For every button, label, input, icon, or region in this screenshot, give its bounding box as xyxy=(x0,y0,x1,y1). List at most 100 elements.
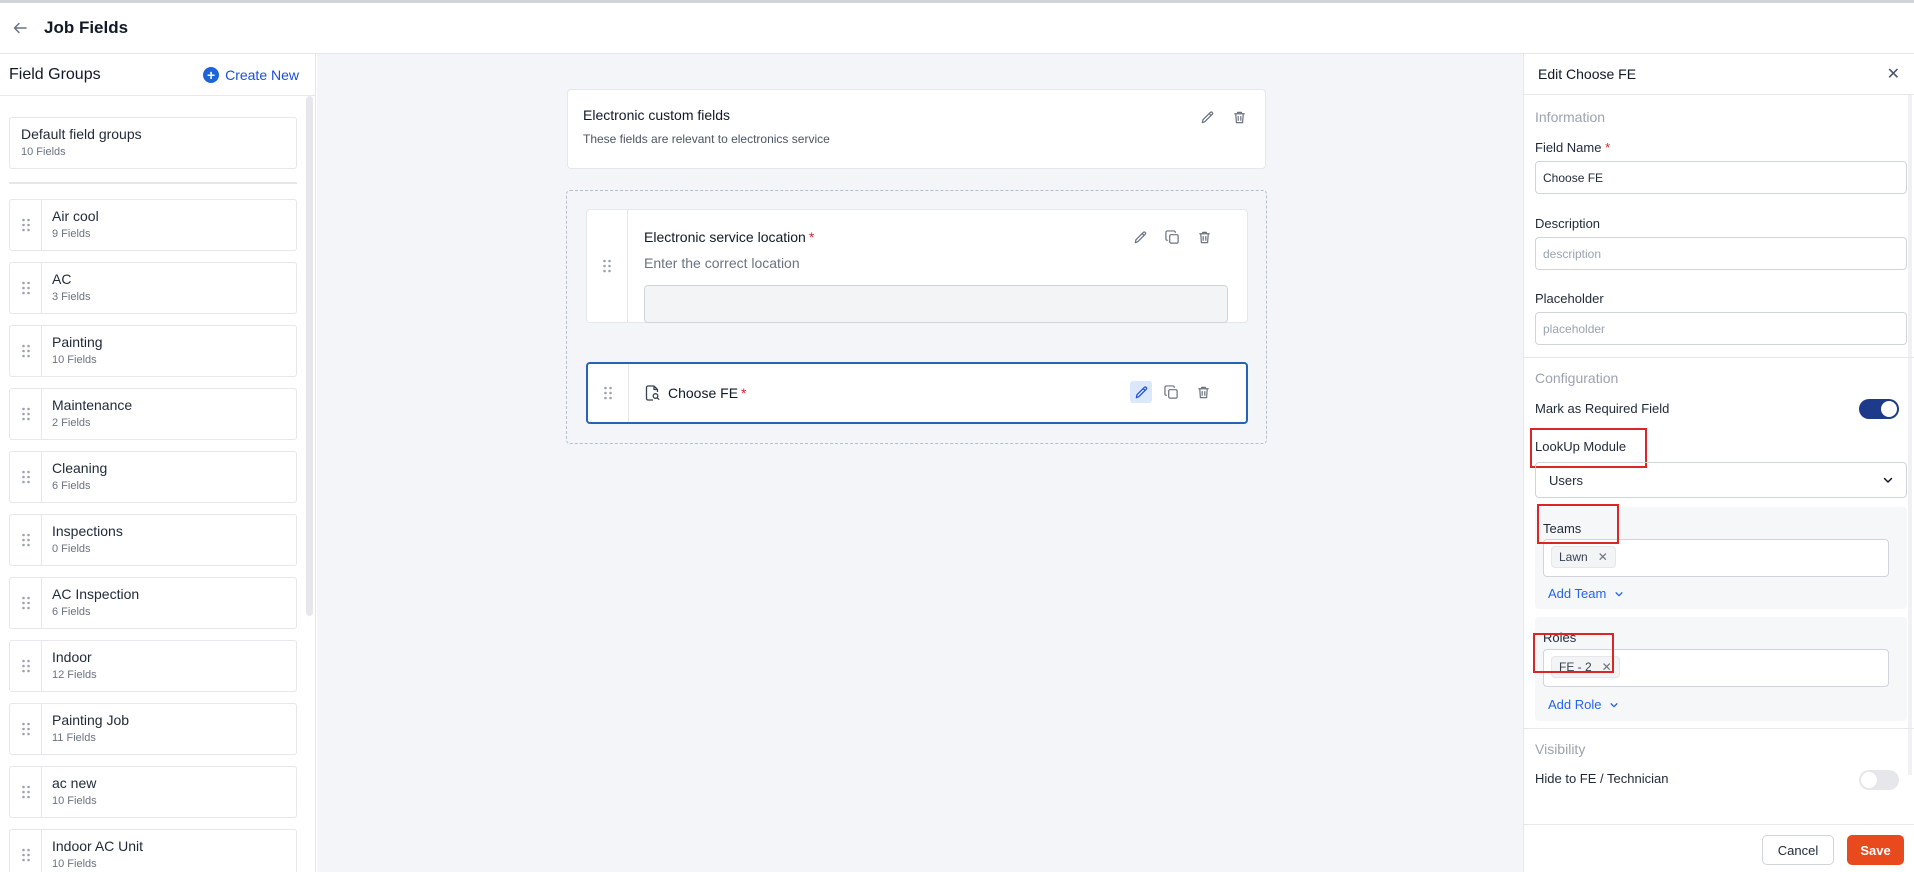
group-body: AC Inspection 6 Fields xyxy=(42,578,149,628)
sidebar-title: Field Groups xyxy=(9,65,101,83)
field-group-item[interactable]: Indoor AC Unit 10 Fields xyxy=(9,829,297,872)
trash-icon[interactable] xyxy=(1195,228,1213,246)
drag-handle-icon[interactable] xyxy=(10,641,42,691)
group-body: Cleaning 6 Fields xyxy=(42,452,117,502)
drag-handle-icon[interactable] xyxy=(10,515,42,565)
save-button[interactable]: Save xyxy=(1847,835,1904,865)
back-arrow-icon[interactable] xyxy=(10,18,30,38)
add-team-button[interactable]: Add Team xyxy=(1548,586,1624,601)
lookup-module-value: Users xyxy=(1549,472,1583,488)
group-count: 6 Fields xyxy=(52,480,91,492)
sidebar-scrollbar[interactable] xyxy=(306,96,313,616)
page-title: Job Fields xyxy=(44,18,129,37)
lookup-module-select[interactable]: Users xyxy=(1535,462,1907,498)
section-title: Electronic custom fields xyxy=(583,107,731,123)
teams-tag-input[interactable]: Lawn ✕ xyxy=(1543,539,1889,577)
role-tag: FE - 2 ✕ xyxy=(1551,656,1620,678)
field-group-item[interactable]: Indoor 12 Fields xyxy=(9,640,297,692)
placeholder-input[interactable] xyxy=(1535,312,1907,345)
group-body: Painting Job 11 Fields xyxy=(42,704,139,754)
field-name-input[interactable] xyxy=(1535,161,1907,194)
trash-icon[interactable] xyxy=(1230,108,1248,126)
field-group-item[interactable]: ac new 10 Fields xyxy=(9,766,297,818)
roles-box: Roles FE - 2 ✕ Add Role xyxy=(1535,617,1907,721)
field-group-item[interactable]: Cleaning 6 Fields xyxy=(9,451,297,503)
trash-icon[interactable] xyxy=(1194,383,1212,401)
create-new-label: Create New xyxy=(225,66,299,83)
edit-icon[interactable] xyxy=(1198,108,1216,126)
roles-tag-input[interactable]: FE - 2 ✕ xyxy=(1543,649,1889,687)
group-name: AC Inspection xyxy=(52,586,140,602)
group-count: 2 Fields xyxy=(52,417,91,429)
group-name: Inspections xyxy=(52,523,123,539)
configuration-section-label: Configuration xyxy=(1535,370,1619,386)
mark-required-toggle[interactable] xyxy=(1859,399,1899,419)
remove-tag-icon[interactable]: ✕ xyxy=(1602,660,1612,674)
group-name: Air cool xyxy=(52,208,99,224)
drag-handle-icon[interactable] xyxy=(10,326,42,376)
panel-body: Information Field Name * Description Pla… xyxy=(1524,95,1914,809)
group-count: 10 Fields xyxy=(21,146,66,158)
field-group-item[interactable]: Painting Job 11 Fields xyxy=(9,703,297,755)
field-description: Enter the correct location xyxy=(644,255,800,271)
drag-handle-icon[interactable] xyxy=(587,210,628,322)
fields-dropzone: Electronic service location * Enter the c… xyxy=(566,190,1267,444)
drag-handle-icon[interactable] xyxy=(10,389,42,439)
field-group-item[interactable]: Maintenance 2 Fields xyxy=(9,388,297,440)
hide-to-fe-label: Hide to FE / Technician xyxy=(1535,771,1669,786)
information-section-label: Information xyxy=(1535,109,1606,125)
field-group-item[interactable]: AC Inspection 6 Fields xyxy=(9,577,297,629)
plus-circle-icon: + xyxy=(203,66,220,83)
drag-handle-icon[interactable] xyxy=(10,578,42,628)
remove-tag-icon[interactable]: ✕ xyxy=(1598,550,1608,564)
field-actions xyxy=(1131,228,1213,246)
group-count: 10 Fields xyxy=(52,354,97,366)
chevron-down-icon xyxy=(1610,702,1619,707)
group-body: AC 3 Fields xyxy=(42,263,101,313)
group-body: ac new 10 Fields xyxy=(42,767,107,817)
form-canvas: Electronic custom fields These fields ar… xyxy=(317,54,1523,872)
add-role-button[interactable]: Add Role xyxy=(1548,697,1619,712)
drag-handle-icon[interactable] xyxy=(10,263,42,313)
description-input[interactable] xyxy=(1535,237,1907,270)
section-card[interactable]: Electronic custom fields These fields ar… xyxy=(567,89,1266,169)
group-body: Indoor AC Unit 10 Fields xyxy=(42,830,153,872)
field-group-item[interactable]: Air cool 9 Fields xyxy=(9,199,297,251)
close-icon[interactable]: ✕ xyxy=(1887,64,1900,84)
field-card[interactable]: Electronic service location * Enter the c… xyxy=(586,209,1248,323)
divider xyxy=(9,182,297,184)
panel-header: Edit Choose FE ✕ xyxy=(1524,54,1914,95)
drag-handle-icon[interactable] xyxy=(10,200,42,250)
group-list: Air cool 9 Fields AC 3 Fields Painting 10 Fie… xyxy=(9,199,297,872)
description-label: Description xyxy=(1535,216,1601,231)
group-name: Painting Job xyxy=(52,712,130,728)
group-count: 10 Fields xyxy=(52,858,97,870)
field-group-item[interactable]: Painting 10 Fields xyxy=(9,325,297,377)
section-description: These fields are relevant to electronics… xyxy=(583,132,830,146)
drag-handle-icon[interactable] xyxy=(10,452,42,502)
hide-to-fe-toggle[interactable] xyxy=(1859,770,1899,790)
field-card-selected[interactable]: Choose FE * xyxy=(586,362,1248,424)
default-field-group[interactable]: Default field groups 10 Fields xyxy=(9,117,297,169)
group-count: 3 Fields xyxy=(52,291,91,303)
cancel-button[interactable]: Cancel xyxy=(1762,835,1834,865)
drag-handle-icon[interactable] xyxy=(10,830,42,872)
edit-icon[interactable] xyxy=(1130,381,1152,403)
drag-handle-icon[interactable] xyxy=(588,364,629,422)
field-group-item[interactable]: AC 3 Fields xyxy=(9,262,297,314)
drag-handle-icon[interactable] xyxy=(10,767,42,817)
drag-handle-icon[interactable] xyxy=(10,704,42,754)
lookup-module-label: LookUp Module xyxy=(1535,439,1627,454)
field-group-item[interactable]: Inspections 0 Fields xyxy=(9,514,297,566)
toggle-knob xyxy=(1881,401,1897,417)
group-count: 12 Fields xyxy=(52,669,97,681)
panel-footer: Cancel Save xyxy=(1524,824,1914,872)
create-new-button[interactable]: + Create New xyxy=(203,66,299,83)
required-asterisk: * xyxy=(741,385,747,401)
edit-icon[interactable] xyxy=(1131,228,1149,246)
copy-icon[interactable] xyxy=(1162,383,1180,401)
lookup-document-icon xyxy=(645,385,660,401)
copy-icon[interactable] xyxy=(1163,228,1181,246)
field-preview-input xyxy=(644,285,1228,323)
group-name: Indoor xyxy=(52,649,92,665)
